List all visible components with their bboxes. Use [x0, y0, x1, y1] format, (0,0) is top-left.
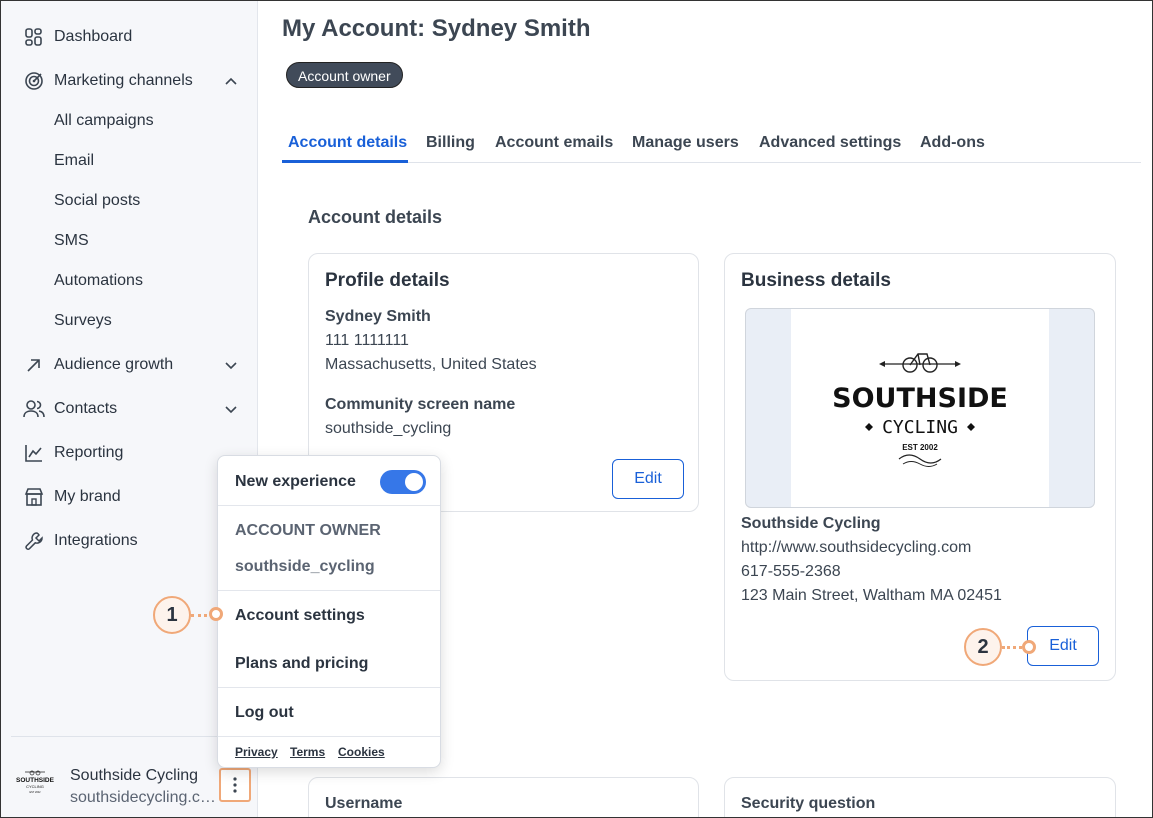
sidebar-item-marketing-channels[interactable]: Marketing channels	[23, 67, 245, 95]
business-phone: 617-555-2368	[741, 563, 841, 580]
username-card: Username	[308, 777, 699, 817]
sidebar-subitem-sms[interactable]: SMS	[54, 229, 89, 253]
privacy-link[interactable]: Privacy	[235, 745, 278, 759]
svg-text:EST 2002: EST 2002	[902, 443, 938, 452]
arrow-up-right-icon	[23, 354, 45, 376]
profile-edit-button[interactable]: Edit	[612, 459, 684, 499]
tab-bar: Account details Billing Account emails M…	[282, 130, 1141, 163]
sidebar-item-my-brand[interactable]: My brand	[23, 483, 245, 511]
business-edit-button[interactable]: Edit	[1027, 626, 1099, 666]
sidebar-item-label: Marketing channels	[54, 72, 193, 89]
sidebar-item-reporting[interactable]: Reporting	[23, 439, 245, 467]
divider	[218, 736, 440, 737]
screen-name-label: Community screen name	[325, 396, 516, 413]
tab-advanced-settings[interactable]: Advanced settings	[759, 134, 901, 152]
contacts-icon	[23, 398, 45, 420]
business-details-card: Business details SOUTHSIDE CYCLING EST 2…	[724, 253, 1116, 681]
kebab-icon	[233, 777, 237, 793]
sidebar-item-integrations[interactable]: Integrations	[23, 527, 245, 555]
sidebar-item-label: My brand	[54, 488, 121, 505]
tab-add-ons[interactable]: Add-ons	[920, 134, 985, 152]
profile-name: Sydney Smith	[325, 308, 431, 325]
active-tab-indicator	[282, 160, 408, 163]
screen-name-value: southside_cycling	[325, 420, 452, 437]
svg-text:EST 2002: EST 2002	[29, 791, 41, 794]
plans-pricing-menu-item[interactable]: Plans and pricing	[235, 655, 368, 673]
more-options-button[interactable]	[219, 768, 251, 802]
account-menu: New experience ACCOUNT OWNER southside_c…	[217, 455, 441, 768]
divider	[218, 505, 440, 506]
sidebar-item-label: Integrations	[54, 532, 138, 549]
business-name: Southside Cycling	[741, 515, 881, 532]
sidebar-item-label: Reporting	[54, 444, 124, 461]
dashboard-icon	[23, 26, 45, 48]
username-label: Username	[325, 795, 403, 812]
profile-phone: 111 1111111	[325, 332, 409, 349]
account-username: southside_cycling	[235, 558, 375, 575]
callout-connector	[1002, 646, 1022, 649]
business-website: http://www.southsidecycling.com	[741, 539, 972, 556]
sidebar-subitem-all-campaigns[interactable]: All campaigns	[54, 109, 154, 133]
tab-account-details[interactable]: Account details	[288, 134, 407, 152]
chevron-down-icon[interactable]	[223, 357, 239, 373]
callout-1: 1	[153, 596, 191, 634]
section-title: Account details	[308, 207, 443, 227]
account-settings-menu-item[interactable]: Account settings	[235, 607, 365, 625]
wrench-icon	[23, 530, 45, 552]
profile-location: Massachusetts, United States	[325, 356, 537, 373]
page-title: My Account: Sydney Smith	[282, 15, 591, 42]
terms-link[interactable]: Terms	[290, 745, 325, 759]
business-address: 123 Main Street, Waltham MA 02451	[741, 587, 1002, 604]
divider	[218, 590, 440, 591]
sidebar-item-label: Audience growth	[54, 356, 174, 373]
sidebar-subitem-automations[interactable]: Automations	[54, 269, 143, 293]
sidebar-item-label: Contacts	[54, 400, 118, 417]
security-question-card: Security question	[724, 777, 1116, 817]
new-experience-toggle[interactable]	[380, 470, 426, 494]
chevron-down-icon[interactable]	[223, 401, 239, 417]
sidebar-item-label: Dashboard	[54, 28, 133, 45]
callout-2: 2	[964, 628, 1002, 666]
business-logo: SOUTHSIDE CYCLING EST 2002	[791, 309, 1049, 507]
chart-icon	[23, 442, 45, 464]
account-url: southsidecycling.com	[70, 789, 216, 806]
tab-manage-users[interactable]: Manage users	[632, 134, 739, 152]
sidebar-subitem-surveys[interactable]: Surveys	[54, 309, 112, 333]
chevron-up-icon[interactable]	[223, 73, 239, 89]
role-badge: Account owner	[286, 62, 403, 88]
callout-target-ring	[209, 607, 223, 621]
app-window: Dashboard Marketing channels All campaig…	[0, 0, 1153, 818]
cookies-link[interactable]: Cookies	[338, 745, 385, 759]
new-experience-label: New experience	[235, 473, 356, 490]
sidebar-item-dashboard[interactable]: Dashboard	[23, 23, 245, 51]
sidebar-item-audience-growth[interactable]: Audience growth	[23, 351, 245, 379]
log-out-menu-item[interactable]: Log out	[235, 704, 294, 722]
card-title: Business details	[741, 270, 891, 291]
svg-text:SOUTHSIDE: SOUTHSIDE	[16, 777, 55, 784]
account-name: Southside Cycling	[70, 767, 199, 784]
svg-text:CYCLING: CYCLING	[26, 784, 44, 789]
divider	[218, 687, 440, 688]
account-owner-heading: ACCOUNT OWNER	[235, 522, 381, 539]
account-logo: SOUTHSIDE CYCLING EST 2002	[16, 770, 55, 794]
sidebar-subitem-email[interactable]: Email	[54, 149, 94, 173]
sidebar-subitem-social-posts[interactable]: Social posts	[54, 189, 140, 213]
svg-text:SOUTHSIDE: SOUTHSIDE	[832, 383, 1008, 414]
business-logo-frame: SOUTHSIDE CYCLING EST 2002	[745, 308, 1095, 508]
security-question-label: Security question	[741, 795, 876, 812]
store-icon	[23, 486, 45, 508]
card-title: Profile details	[325, 270, 450, 291]
toggle-knob	[405, 473, 423, 491]
svg-text:CYCLING: CYCLING	[882, 417, 958, 438]
target-icon	[23, 70, 45, 92]
tab-account-emails[interactable]: Account emails	[495, 134, 613, 152]
sidebar-item-contacts[interactable]: Contacts	[23, 395, 245, 423]
callout-target-ring	[1022, 640, 1036, 654]
tab-billing[interactable]: Billing	[426, 134, 475, 152]
